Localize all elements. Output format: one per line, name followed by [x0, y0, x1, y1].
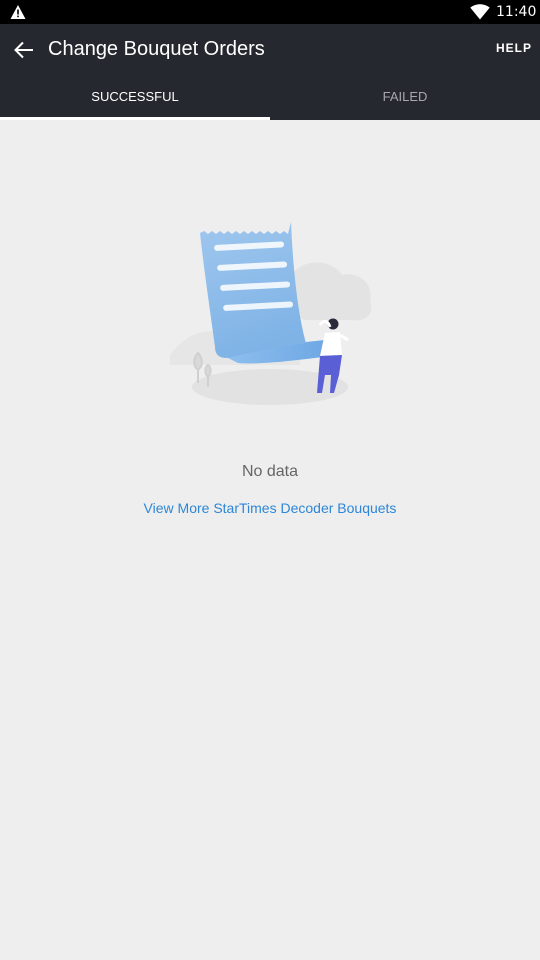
status-time: 11:40	[496, 4, 537, 20]
warning-icon	[10, 5, 26, 19]
tab-failed[interactable]: FAILED	[270, 72, 540, 120]
app-bar: Change Bouquet Orders HELP SUCCESSFUL FA…	[0, 24, 540, 120]
wifi-icon	[470, 4, 490, 20]
view-more-bouquets-link[interactable]: View More StarTimes Decoder Bouquets	[0, 499, 540, 517]
tab-indicator	[0, 117, 270, 120]
tab-failed-label: FAILED	[382, 88, 428, 104]
tab-successful-label: SUCCESSFUL	[91, 88, 179, 104]
empty-receipt-illustration	[170, 222, 372, 405]
back-button[interactable]	[8, 34, 40, 66]
status-bar: 11:40	[0, 0, 540, 24]
tab-successful[interactable]: SUCCESSFUL	[0, 72, 270, 120]
arrow-left-icon	[14, 41, 33, 59]
help-button[interactable]: HELP	[496, 40, 532, 56]
page-title: Change Bouquet Orders	[48, 38, 265, 60]
empty-state-message: No data	[241, 463, 299, 480]
